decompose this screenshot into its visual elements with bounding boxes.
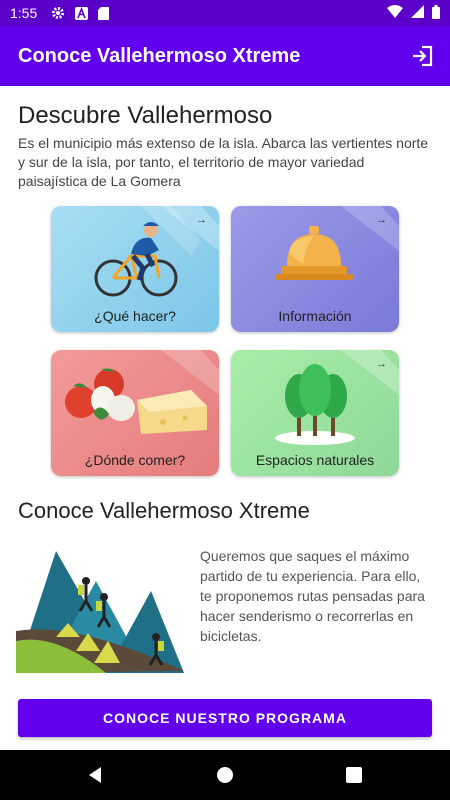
back-icon[interactable] [80,760,110,790]
card-label: ¿Qué hacer? [94,308,176,324]
signal-icon [411,5,424,21]
hikers-mountain-illustration [16,551,184,673]
reception-bell-icon [275,226,353,280]
main-content: Descubre Vallehermoso Es el municipio má… [0,86,450,750]
card-informacion[interactable]: → Información [231,206,399,332]
arrow-icon: → [196,214,207,226]
card-label: Información [278,308,352,324]
card-label: ¿Dónde comer? [84,452,186,468]
wifi-icon [387,5,403,21]
conoce-programa-button[interactable]: CONOCE NUESTRO PROGRAMA [18,699,432,737]
gear-icon [51,6,65,20]
status-bar: 1:55 [0,0,450,26]
card-espacios-naturales[interactable]: → Espacios naturales [231,350,399,476]
exit-to-app-icon[interactable] [408,42,436,70]
card-que-hacer[interactable]: → ¿Qué hacer? [51,206,219,332]
cyclist-icon [94,222,178,297]
section-title: Descubre Vallehermoso [18,102,273,129]
app-bar: Conoce Vallehermoso Xtreme [0,26,450,86]
card-donde-comer[interactable]: → ¿Dónde comer? [51,350,219,476]
battery-icon [432,4,440,22]
recents-icon[interactable] [339,760,369,790]
promo-title: Conoce Vallehermoso Xtreme [18,498,310,523]
home-icon[interactable] [210,760,240,790]
card-label: Espacios naturales [255,452,375,468]
font-a-icon [75,6,89,20]
app-title: Conoce Vallehermoso Xtreme [18,44,301,67]
sd-card-icon [98,6,110,20]
status-time: 1:55 [10,5,38,21]
promo-text: Queremos que saques el máximo partido de… [200,548,425,644]
trees-icon [275,364,355,445]
cheese-tomato-icon [65,368,207,434]
section-description: Es el municipio más extenso de la isla. … [18,135,429,189]
navigation-bar [0,750,450,800]
arrow-icon: → [376,214,387,226]
arrow-icon: → [376,358,387,370]
